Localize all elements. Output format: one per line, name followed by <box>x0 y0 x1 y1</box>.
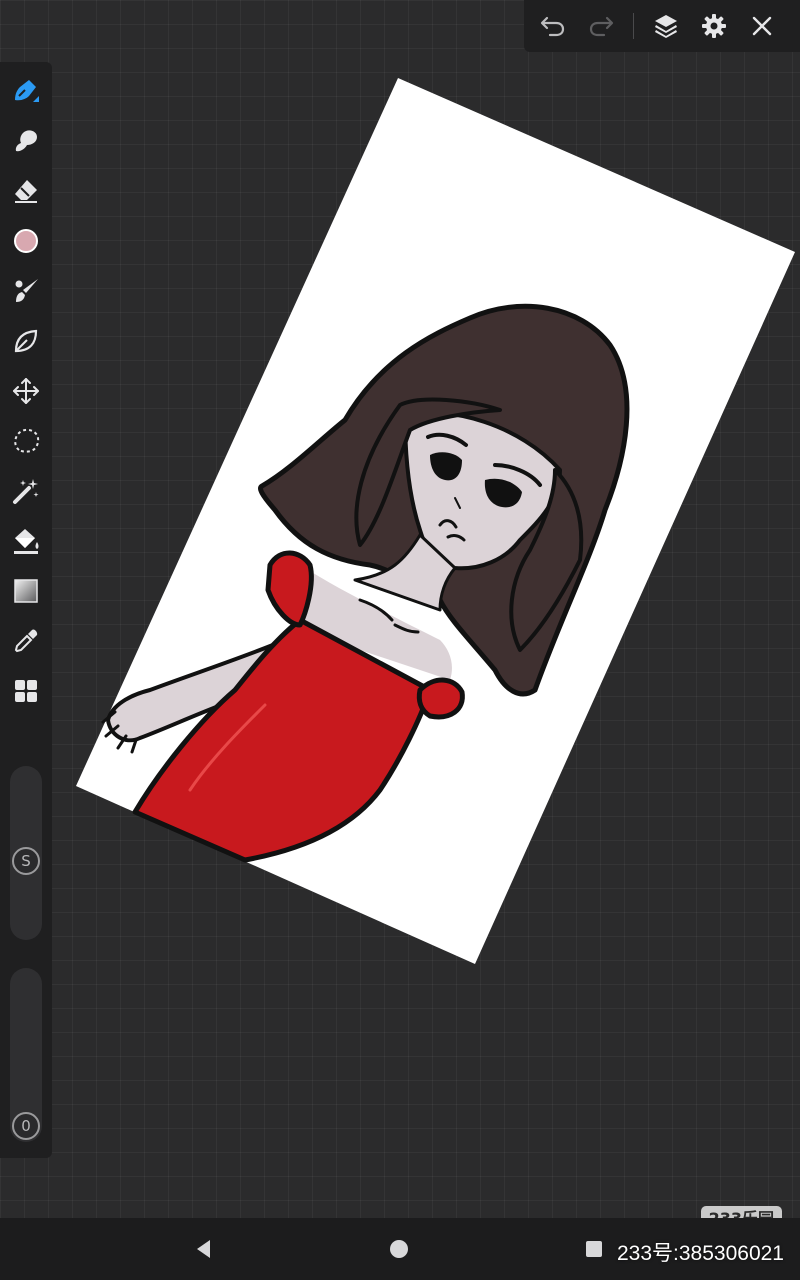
home-button[interactable] <box>369 1218 429 1280</box>
watermark-id: 233号:385306021 <box>617 1242 784 1265</box>
undo-arrow-icon <box>540 16 565 37</box>
redo-button[interactable] <box>577 0 625 52</box>
toolbar-divider <box>633 13 634 39</box>
transform-tool[interactable] <box>0 366 52 416</box>
fill-tool[interactable] <box>0 516 52 566</box>
redo-arrow-icon <box>589 16 614 37</box>
leaf-icon <box>14 329 38 353</box>
drawing-canvas-area <box>0 0 800 1220</box>
magic-wand-tool[interactable] <box>0 466 52 516</box>
settings-button[interactable] <box>690 0 738 52</box>
home-circle-icon <box>390 1240 408 1258</box>
move-arrows-icon <box>13 378 39 404</box>
gear-icon <box>702 14 726 38</box>
drawing-canvas[interactable] <box>0 0 800 1220</box>
undo-button[interactable] <box>529 0 577 52</box>
close-button[interactable] <box>738 0 786 52</box>
smudge-icon <box>15 130 37 152</box>
eraser-tool[interactable] <box>0 166 52 216</box>
back-triangle-icon <box>197 1240 210 1258</box>
pen-icon <box>15 80 39 102</box>
brush-library-icon <box>15 279 38 302</box>
brush-size-knob[interactable]: S <box>12 847 40 875</box>
smudge-tool[interactable] <box>0 116 52 166</box>
brush-tool[interactable] <box>0 66 52 116</box>
gradient-tool[interactable] <box>0 566 52 616</box>
recents-square-icon <box>586 1241 602 1257</box>
brush-size-label: S <box>21 852 31 870</box>
more-tools[interactable] <box>0 666 52 716</box>
opacity-knob[interactable]: 0 <box>12 1112 40 1140</box>
recents-button[interactable] <box>564 1218 624 1280</box>
brush-library-tool[interactable] <box>0 266 52 316</box>
eyedropper-tool[interactable] <box>0 616 52 666</box>
color-tool[interactable] <box>0 216 52 266</box>
left-toolbar: S 0 <box>0 62 52 1158</box>
grid-icon <box>15 680 37 702</box>
top-toolbar <box>524 0 800 52</box>
liquify-tool[interactable] <box>0 316 52 366</box>
close-icon <box>752 16 772 36</box>
eyedropper-icon <box>14 629 38 653</box>
layers-icon <box>655 15 677 38</box>
gradient-icon <box>14 579 38 603</box>
eraser-icon <box>15 180 37 203</box>
color-swatch-icon <box>14 229 38 253</box>
lasso-icon <box>14 428 40 453</box>
lasso-tool[interactable] <box>0 416 52 466</box>
magic-wand-icon <box>13 479 39 504</box>
layers-button[interactable] <box>642 0 690 52</box>
opacity-label: 0 <box>21 1117 31 1135</box>
paint-bucket-icon <box>14 529 39 554</box>
back-button[interactable] <box>174 1218 234 1280</box>
